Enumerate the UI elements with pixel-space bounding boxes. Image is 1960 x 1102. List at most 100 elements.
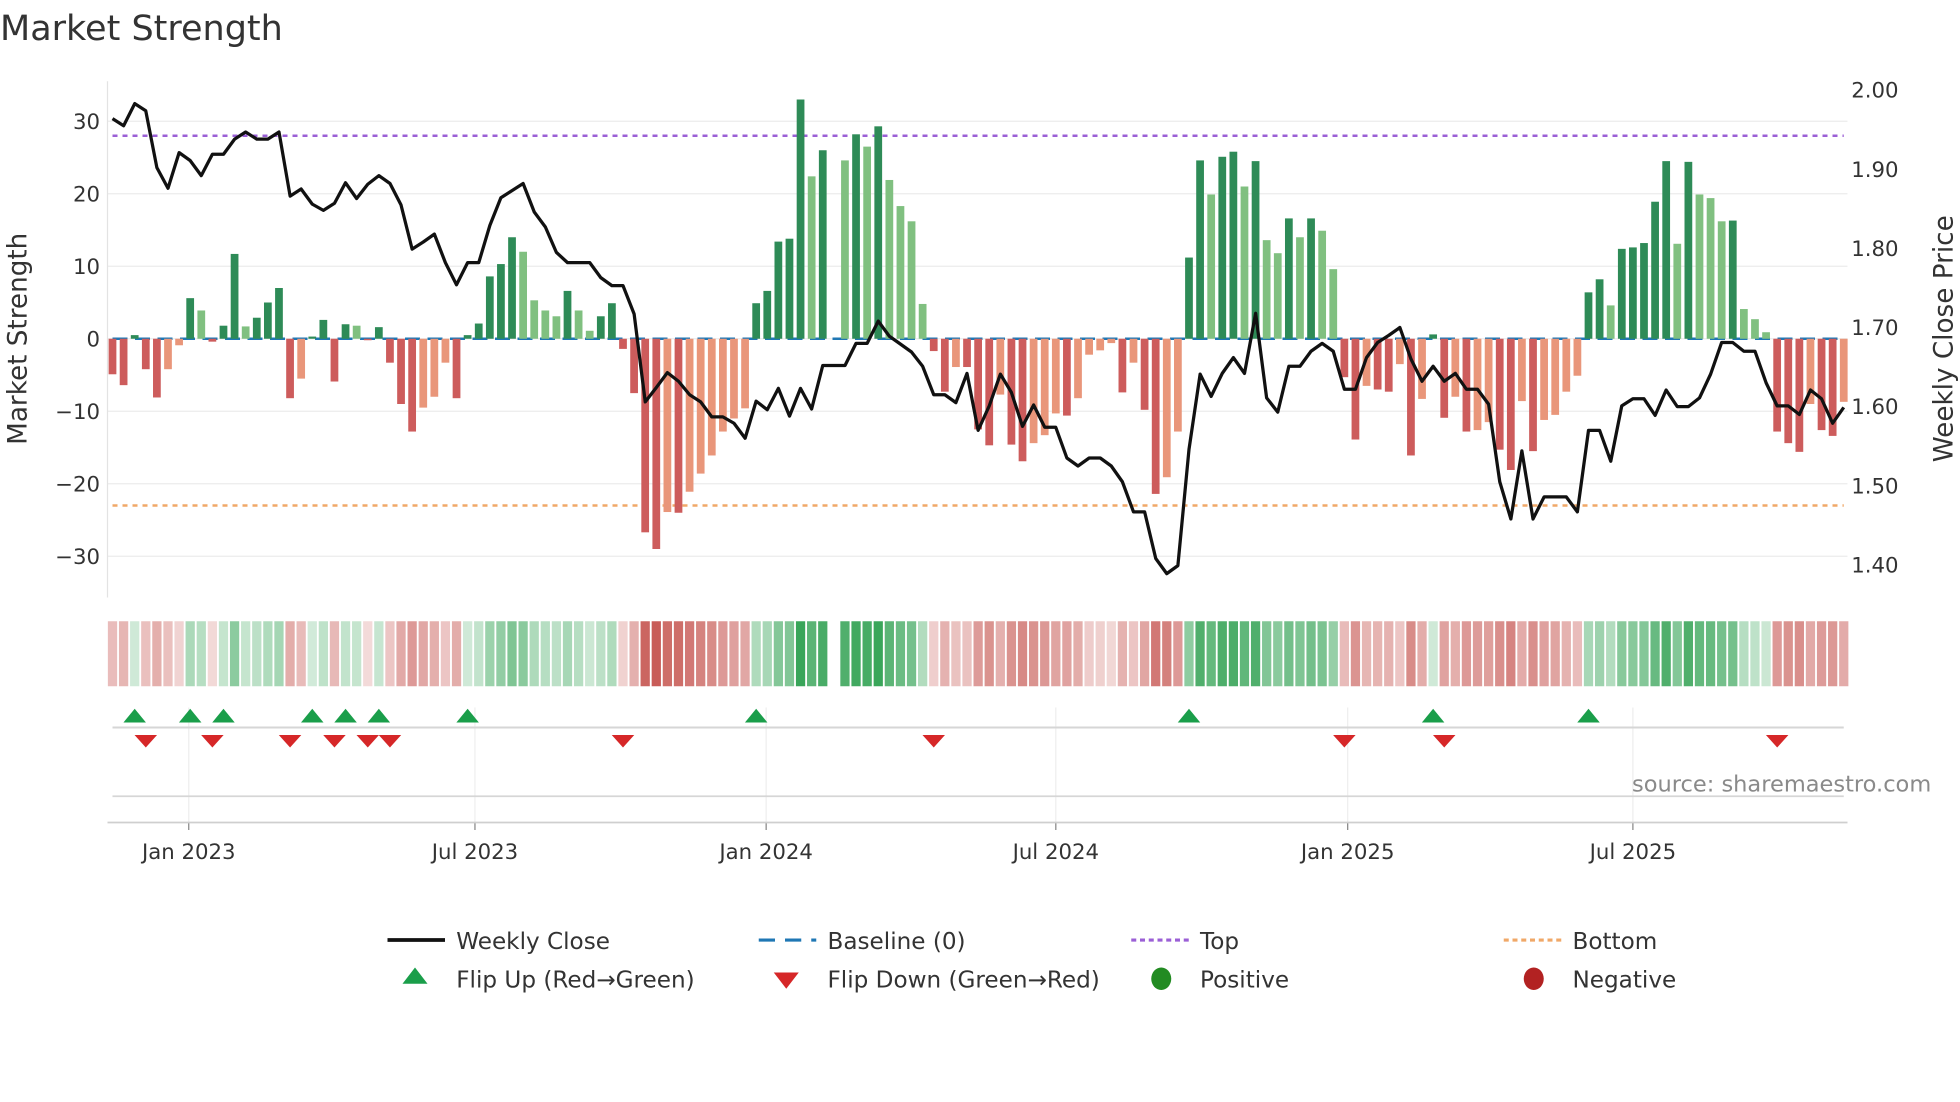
strip-cell	[585, 621, 595, 687]
strength-bar	[1229, 151, 1238, 339]
strength-bar	[1717, 221, 1726, 339]
legend-triangle-down-icon	[773, 972, 799, 989]
strip-cell	[363, 621, 373, 687]
strength-bar	[275, 288, 283, 339]
strength-bar	[585, 330, 594, 339]
strip-cell	[895, 621, 906, 687]
strength-bar	[619, 338, 627, 349]
strip-cell	[1816, 621, 1827, 687]
strip-cell	[1040, 621, 1050, 687]
strip-cell	[385, 621, 395, 687]
strip-cell	[451, 621, 462, 687]
legend: Weekly Close Baseline (0) Top Bottom Flip Up…	[387, 929, 1676, 994]
strip-cell	[1006, 621, 1017, 687]
strip-cell	[1195, 621, 1205, 687]
strip-cell	[1739, 621, 1749, 687]
strip-cell	[1406, 621, 1416, 687]
strip-cell	[1617, 621, 1627, 687]
strength-bar	[1318, 230, 1327, 339]
strip-cell	[1073, 621, 1083, 687]
strip-cell	[1728, 621, 1738, 687]
strip-cell	[807, 621, 817, 687]
strip-cell	[274, 621, 284, 687]
strip-cell	[141, 621, 151, 687]
strength-bar	[1784, 338, 1793, 444]
strip-cell	[1583, 621, 1594, 687]
strip-cell	[1506, 621, 1516, 687]
legend-label: Flip Up (Red→Green)	[456, 968, 694, 994]
strength-bar	[985, 338, 994, 446]
strength-bar	[1662, 161, 1671, 339]
strength-bar	[263, 302, 272, 339]
y2-tick-label: 1.80	[1851, 237, 1898, 262]
strength-bar	[1051, 338, 1060, 414]
strength-bar	[230, 253, 239, 339]
strip-cell	[1783, 621, 1793, 687]
strength-bar	[1296, 237, 1304, 339]
strip-cell	[1628, 621, 1638, 687]
strength-bar	[153, 338, 161, 398]
strip-cell	[851, 621, 861, 687]
flip-up-marker	[334, 708, 357, 723]
strip-cell	[784, 621, 795, 687]
strength-bar	[241, 326, 250, 339]
strength-bar	[885, 179, 894, 339]
y-axis-label: Market Strength	[3, 233, 33, 445]
flip-down-marker	[378, 735, 402, 748]
strength-bar	[1118, 338, 1127, 393]
strength-bar	[963, 338, 971, 368]
strength-bar	[685, 338, 694, 492]
strength-bar	[308, 336, 317, 339]
strip-cell	[562, 621, 573, 687]
flip-markers-panel: Jan 2023 Jul 2023 Jan 2024 Jul 2024 Jan 2025…	[107, 707, 1848, 865]
strip-cell	[751, 621, 761, 687]
strip-cell	[1117, 621, 1128, 687]
strip-cell	[1384, 621, 1394, 687]
strip-cell	[696, 621, 706, 687]
strip-cell	[218, 621, 229, 687]
strength-bar	[1573, 338, 1582, 376]
strip-cell	[1173, 621, 1183, 687]
strength-bar	[175, 338, 183, 346]
strength-bar	[386, 338, 394, 363]
strength-bar	[1684, 161, 1693, 339]
strength-bar	[1185, 257, 1193, 339]
strip-cell	[107, 621, 118, 687]
strength-bar	[896, 206, 905, 339]
chart-title: Market Strength	[0, 9, 283, 49]
strip-cell	[729, 621, 739, 687]
strength-bar	[1795, 338, 1804, 452]
flip-up-marker	[1177, 708, 1201, 723]
strip-cell	[1539, 621, 1549, 687]
strength-bar	[1506, 338, 1515, 470]
strength-bar	[252, 317, 261, 339]
strip-cell	[163, 621, 173, 687]
flip-down-marker	[1432, 735, 1456, 748]
strip-cell	[818, 621, 828, 687]
strip-cell	[1217, 621, 1227, 687]
strip-cell	[1017, 621, 1028, 687]
strip-cell	[862, 621, 872, 687]
market-strength-chart: Market Strength 30 20 10 0 −10 −20 −30 2.00 1.90…	[0, 9, 1960, 994]
strength-bar	[1817, 338, 1826, 431]
strength-bar	[374, 327, 383, 339]
strength-bar	[907, 221, 916, 339]
strip-cell	[152, 621, 162, 687]
strength-bar	[707, 338, 716, 456]
strength-bar	[108, 338, 117, 375]
strength-bar	[1273, 253, 1282, 339]
strength-bar	[1151, 338, 1160, 494]
strip-cell	[229, 621, 240, 687]
strip-cell	[1306, 621, 1316, 687]
legend-label: Top	[1199, 929, 1239, 955]
flip-up-marker	[1421, 708, 1445, 723]
strip-cell	[906, 621, 917, 687]
strength-bar	[297, 338, 306, 379]
strength-bar	[774, 241, 783, 339]
strength-bar	[952, 338, 960, 368]
strength-bar	[508, 237, 516, 339]
flip-up-marker	[301, 708, 324, 723]
strip-cell	[1051, 621, 1061, 687]
legend-circle-positive-icon	[1151, 967, 1172, 990]
strip-cell	[1284, 621, 1294, 687]
